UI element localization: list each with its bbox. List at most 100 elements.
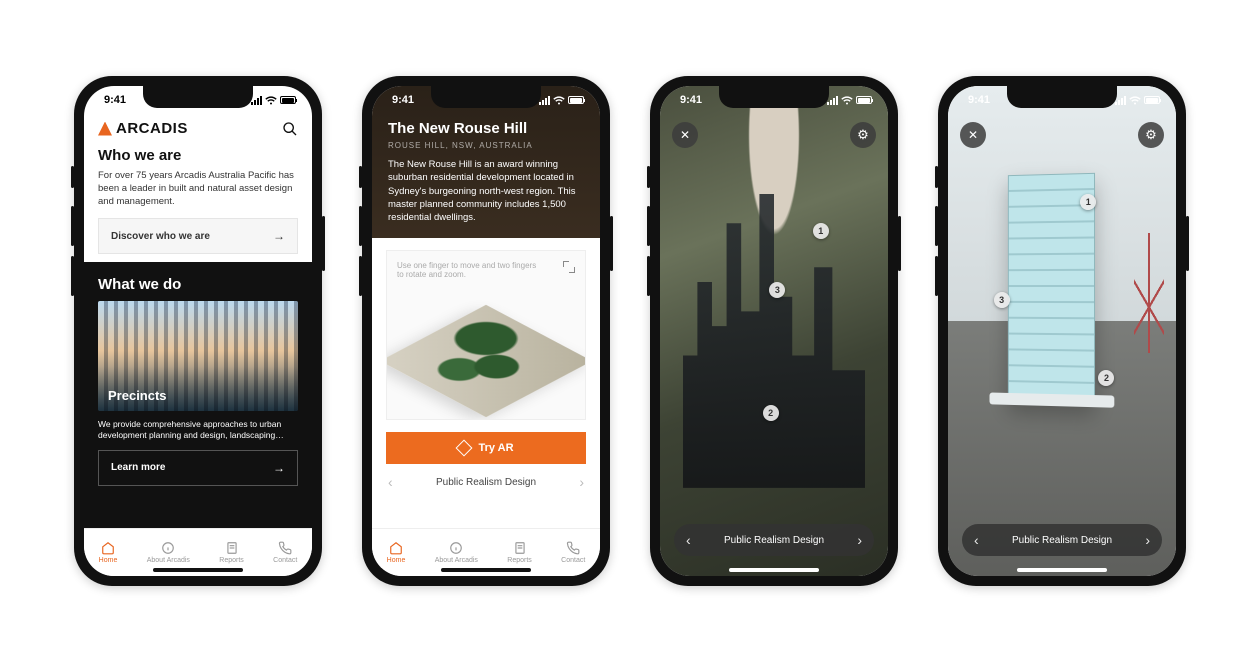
- what-we-do-heading: What we do: [98, 276, 298, 293]
- tab-home[interactable]: Home: [387, 541, 406, 564]
- ar-marker-2[interactable]: 2: [763, 405, 779, 421]
- device-notch: [431, 86, 541, 108]
- project-nav-label: Public Realism Design: [436, 477, 536, 488]
- ar-marker-1[interactable]: 1: [813, 223, 829, 239]
- status-right: [1115, 96, 1160, 105]
- tab-about[interactable]: About Arcadis: [147, 541, 190, 564]
- tab-reports-label: Reports: [507, 557, 532, 564]
- search-icon[interactable]: [282, 121, 298, 137]
- home-indicator[interactable]: [729, 568, 819, 572]
- home-indicator[interactable]: [1017, 568, 1107, 572]
- ar-marker-1[interactable]: 1: [1080, 194, 1096, 210]
- expand-icon[interactable]: [563, 261, 575, 273]
- reports-icon: [225, 541, 239, 555]
- project-description: The New Rouse Hill is an award winning s…: [388, 158, 584, 224]
- tab-contact-label: Contact: [561, 557, 585, 564]
- phone-mockup-2: 9:41 The New Rouse Hill ROUSE HILL, NSW,…: [362, 76, 610, 586]
- phone-mockup-1: 9:41 ARCADIS Who we are For over 75 year…: [74, 76, 322, 586]
- phone-icon: [278, 541, 292, 555]
- who-we-are-heading: Who we are: [98, 147, 298, 164]
- tab-home-label: Home: [99, 557, 118, 564]
- cube-icon: [456, 440, 473, 457]
- reports-icon: [513, 541, 527, 555]
- close-button[interactable]: [672, 122, 698, 148]
- home-icon: [389, 541, 403, 555]
- status-right: [251, 96, 296, 105]
- what-we-do-desc: We provide comprehensive approaches to u…: [98, 419, 298, 441]
- chevron-left-icon[interactable]: ‹: [974, 532, 979, 548]
- tab-home[interactable]: Home: [99, 541, 118, 564]
- chevron-left-icon[interactable]: ‹: [388, 474, 393, 490]
- home-icon: [101, 541, 115, 555]
- battery-icon: [856, 96, 872, 104]
- settings-button[interactable]: [1138, 122, 1164, 148]
- discover-label: Discover who we are: [111, 231, 210, 242]
- battery-icon: [568, 96, 584, 104]
- status-time: 9:41: [968, 94, 990, 106]
- brand-logo[interactable]: ARCADIS: [98, 120, 188, 137]
- project-title: The New Rouse Hill: [388, 120, 584, 137]
- tab-reports-label: Reports: [219, 557, 244, 564]
- try-ar-button[interactable]: Try AR: [386, 432, 586, 464]
- tab-contact[interactable]: Contact: [273, 541, 297, 564]
- close-button[interactable]: [960, 122, 986, 148]
- model-preview-card[interactable]: Use one finger to move and two fingers t…: [386, 250, 586, 420]
- tab-about-label: About Arcadis: [147, 557, 190, 564]
- phone-mockup-4: 9:41 1 2 3 ‹ Public Realism Design ›: [938, 76, 1186, 586]
- learn-more-label: Learn more: [111, 462, 165, 473]
- settings-button[interactable]: [850, 122, 876, 148]
- chevron-right-icon[interactable]: ›: [857, 532, 862, 548]
- status-time: 9:41: [392, 94, 414, 106]
- ar-project-nav-label: Public Realism Design: [1012, 535, 1112, 546]
- arrow-right-icon: [273, 461, 285, 475]
- discover-button[interactable]: Discover who we are: [98, 218, 298, 254]
- terrain-model[interactable]: [387, 289, 585, 419]
- chevron-right-icon[interactable]: ›: [579, 474, 584, 490]
- device-notch: [1007, 86, 1117, 108]
- info-icon: [449, 541, 463, 555]
- who-we-are-desc: For over 75 years Arcadis Australia Paci…: [98, 170, 298, 208]
- wifi-icon: [841, 96, 853, 105]
- tab-about[interactable]: About Arcadis: [435, 541, 478, 564]
- battery-icon: [280, 96, 296, 104]
- precincts-image[interactable]: Precincts: [98, 301, 298, 411]
- chevron-right-icon[interactable]: ›: [1145, 532, 1150, 548]
- wifi-icon: [1129, 96, 1141, 105]
- brand-text: ARCADIS: [116, 120, 188, 137]
- info-icon: [161, 541, 175, 555]
- tab-contact[interactable]: Contact: [561, 541, 585, 564]
- brand-mark-icon: [98, 122, 112, 136]
- phone-mockup-3: 9:41 1 2 3 ‹ Public Realism Design ›: [650, 76, 898, 586]
- arrow-right-icon: [273, 229, 285, 243]
- battery-icon: [1144, 96, 1160, 104]
- ar-project-nav: ‹ Public Realism Design ›: [674, 524, 874, 556]
- status-right: [827, 96, 872, 105]
- try-ar-label: Try AR: [478, 442, 513, 454]
- ar-project-nav-label: Public Realism Design: [724, 535, 824, 546]
- chevron-left-icon[interactable]: ‹: [686, 532, 691, 548]
- home-indicator[interactable]: [153, 568, 243, 572]
- learn-more-button[interactable]: Learn more: [98, 450, 298, 486]
- home-indicator[interactable]: [441, 568, 531, 572]
- device-notch: [719, 86, 829, 108]
- wifi-icon: [553, 96, 565, 105]
- tab-reports[interactable]: Reports: [507, 541, 532, 564]
- project-nav: ‹ Public Realism Design ›: [372, 464, 600, 500]
- status-time: 9:41: [104, 94, 126, 106]
- project-location: ROUSE HILL, NSW, AUSTRALIA: [388, 141, 584, 150]
- tab-about-label: About Arcadis: [435, 557, 478, 564]
- background-tower: [1134, 233, 1164, 353]
- tab-reports[interactable]: Reports: [219, 541, 244, 564]
- device-notch: [143, 86, 253, 108]
- ar-marker-3[interactable]: 3: [994, 292, 1010, 308]
- precincts-label: Precincts: [108, 388, 167, 403]
- wifi-icon: [265, 96, 277, 105]
- tab-contact-label: Contact: [273, 557, 297, 564]
- tab-home-label: Home: [387, 557, 406, 564]
- status-time: 9:41: [680, 94, 702, 106]
- ar-scene[interactable]: [660, 86, 888, 576]
- phone-icon: [566, 541, 580, 555]
- status-right: [539, 96, 584, 105]
- gesture-hint: Use one finger to move and two fingers t…: [397, 261, 537, 279]
- ar-project-nav: ‹ Public Realism Design ›: [962, 524, 1162, 556]
